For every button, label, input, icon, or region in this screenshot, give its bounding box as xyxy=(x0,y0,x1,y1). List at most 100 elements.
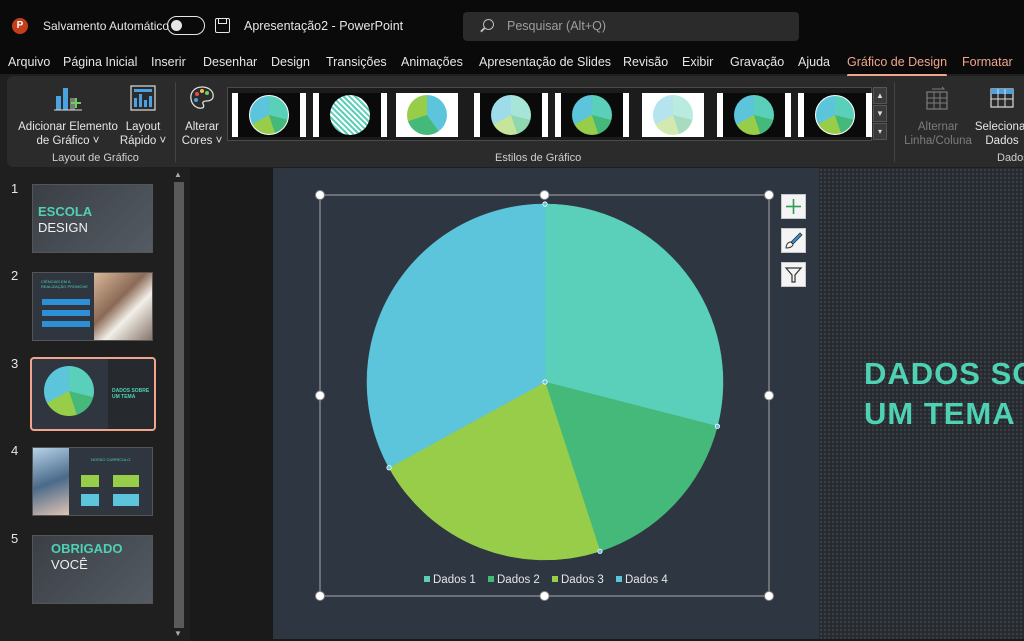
ribbon-divider xyxy=(894,82,895,162)
change-colors-button[interactable]: Alterar Cores ˅ xyxy=(179,84,225,148)
tab-formatar[interactable]: Formatar xyxy=(962,55,1013,69)
slide-number: 2 xyxy=(11,268,19,283)
style-preview-pie xyxy=(734,95,774,135)
legend-item[interactable]: Dados 1 xyxy=(424,574,476,586)
pie-chart[interactable] xyxy=(273,168,1024,639)
quick-layout-button[interactable]: Layout Rápido ˅ xyxy=(119,84,167,148)
slide-2-bar xyxy=(42,321,90,327)
slide-3-pie xyxy=(44,366,94,416)
tab-inserir[interactable]: Inserir xyxy=(151,55,186,69)
tab-exibir[interactable]: Exibir xyxy=(682,55,713,69)
dropdown-icon: ˅ xyxy=(159,135,167,147)
point-marker xyxy=(714,423,721,429)
gallery-more[interactable]: ▾ xyxy=(873,123,887,140)
add-chart-element-label-1: Adicionar Elemento xyxy=(18,121,118,133)
resize-handle[interactable] xyxy=(764,190,774,200)
resize-handle[interactable] xyxy=(315,190,325,200)
group-label-data: Dados xyxy=(997,152,1024,164)
add-chart-element-label-2: de Gráfico xyxy=(36,135,90,147)
tab-transicoes[interactable]: Transições xyxy=(326,55,387,69)
chart-style-1[interactable] xyxy=(232,93,306,137)
chart-style-4[interactable] xyxy=(474,93,548,137)
gallery-scroll-down[interactable]: ▼ xyxy=(873,105,887,122)
chart-style-5[interactable] xyxy=(555,93,629,137)
thumbnail-scrollbar[interactable]: ▲ ▼ xyxy=(172,168,186,641)
slide-5-title: OBRIGADO xyxy=(51,541,123,556)
resize-handle[interactable] xyxy=(764,390,774,401)
tab-desenhar[interactable]: Desenhar xyxy=(203,55,257,69)
legend-swatch xyxy=(616,576,622,582)
scroll-up-icon[interactable]: ▲ xyxy=(174,170,182,179)
point-marker xyxy=(542,201,548,207)
tab-gravacao[interactable]: Gravação xyxy=(730,55,784,69)
resize-handle[interactable] xyxy=(539,190,550,200)
switch-row-column-button[interactable]: Alternar Linha/Coluna xyxy=(900,84,976,148)
select-data-button[interactable]: Selecionar Dados xyxy=(972,84,1024,148)
scrollbar-thumb[interactable] xyxy=(174,182,184,628)
change-colors-label-2: Cores xyxy=(181,135,213,147)
slide-2-bar xyxy=(42,310,90,316)
tab-animacoes[interactable]: Animações xyxy=(401,55,463,69)
legend-swatch xyxy=(552,576,558,582)
slide-2-bar xyxy=(42,299,90,305)
tab-pagina-inicial[interactable]: Página Inicial xyxy=(63,55,137,69)
legend-item[interactable]: Dados 4 xyxy=(616,574,668,586)
slide-thumbnail-5[interactable]: OBRIGADO VOCÊ xyxy=(32,535,153,604)
gallery-scroll-up[interactable]: ▲ xyxy=(873,87,887,104)
legend-item[interactable]: Dados 3 xyxy=(552,574,604,586)
select-data-label-1: Selecionar xyxy=(974,121,1024,133)
chart-style-6[interactable] xyxy=(642,93,704,137)
chart-style-2[interactable] xyxy=(313,93,387,137)
legend-item[interactable]: Dados 2 xyxy=(488,574,540,586)
tab-apresentacao[interactable]: Apresentação de Slides xyxy=(479,55,611,69)
group-label-styles: Estilos de Gráfico xyxy=(495,152,582,164)
slide-thumbnail-2[interactable]: CIÊNCIAS EM A REALIZAÇÃO PROMOVE xyxy=(32,272,153,341)
tab-arquivo[interactable]: Arquivo xyxy=(8,55,50,69)
slide-4-title-2: CURRÍCULO xyxy=(106,457,131,462)
chart-styles-button[interactable] xyxy=(781,228,806,253)
style-preview-pie xyxy=(815,95,855,135)
add-chart-element-icon xyxy=(54,88,82,111)
scroll-down-icon[interactable]: ▼ xyxy=(174,629,182,638)
chart-elements-button[interactable] xyxy=(781,194,806,219)
slide-thumbnail-1[interactable]: ESCOLA DESIGN xyxy=(32,184,153,253)
legend-label: Dados 4 xyxy=(625,574,668,586)
toggle-knob xyxy=(171,19,182,31)
ribbon-divider xyxy=(175,82,176,162)
style-preview-pie xyxy=(330,95,370,135)
slide-thumbnail-3[interactable]: DADOS SOBRE UM TEMA xyxy=(30,357,156,431)
legend-label: Dados 3 xyxy=(561,574,604,586)
slide-1-subtitle: DESIGN xyxy=(38,220,88,235)
slide-thumbnail-4[interactable]: NOSSO CURRÍCULO xyxy=(32,447,153,516)
chart-style-3[interactable] xyxy=(396,93,458,137)
resize-handle[interactable] xyxy=(764,591,774,601)
ribbon-tabs: Arquivo Página Inicial Inserir Desenhar … xyxy=(0,52,1024,77)
slide-4-box xyxy=(81,475,99,487)
style-preview-pie xyxy=(653,95,693,135)
add-chart-element-button[interactable]: Adicionar Elemento de Gráfico ˅ xyxy=(17,84,119,148)
slide-4-box xyxy=(113,494,139,506)
tab-revisao[interactable]: Revisão xyxy=(623,55,668,69)
chart-filters-button[interactable] xyxy=(781,262,806,287)
autosave-label: Salvamento Automático xyxy=(43,19,170,33)
slide-3-title: DADOS SOBRE UM TEMA xyxy=(112,388,149,400)
chart-style-7[interactable] xyxy=(717,93,791,137)
document-title: Apresentação2 - PowerPoint xyxy=(244,19,404,33)
search-box[interactable]: Pesquisar (Alt+Q) xyxy=(463,12,799,41)
slide-number: 1 xyxy=(11,181,19,196)
brush-icon xyxy=(785,232,803,249)
slide-4-title: NOSSO CURRÍCULO xyxy=(91,457,130,462)
autosave-toggle[interactable] xyxy=(167,16,205,35)
chart-style-8[interactable] xyxy=(798,93,872,137)
slide-number: 5 xyxy=(11,531,19,546)
ribbon: Adicionar Elemento de Gráfico ˅ Layout R… xyxy=(7,76,1024,167)
tab-ajuda[interactable]: Ajuda xyxy=(798,55,830,69)
save-icon[interactable] xyxy=(215,18,230,33)
tab-design[interactable]: Design xyxy=(271,55,310,69)
resize-handle[interactable] xyxy=(539,591,550,601)
resize-handle[interactable] xyxy=(315,591,325,601)
tab-grafico-de-design[interactable]: Gráfico de Design xyxy=(847,55,948,77)
resize-handle[interactable] xyxy=(315,390,325,401)
slide-number: 3 xyxy=(11,356,19,371)
slide-4-photo xyxy=(33,448,69,515)
